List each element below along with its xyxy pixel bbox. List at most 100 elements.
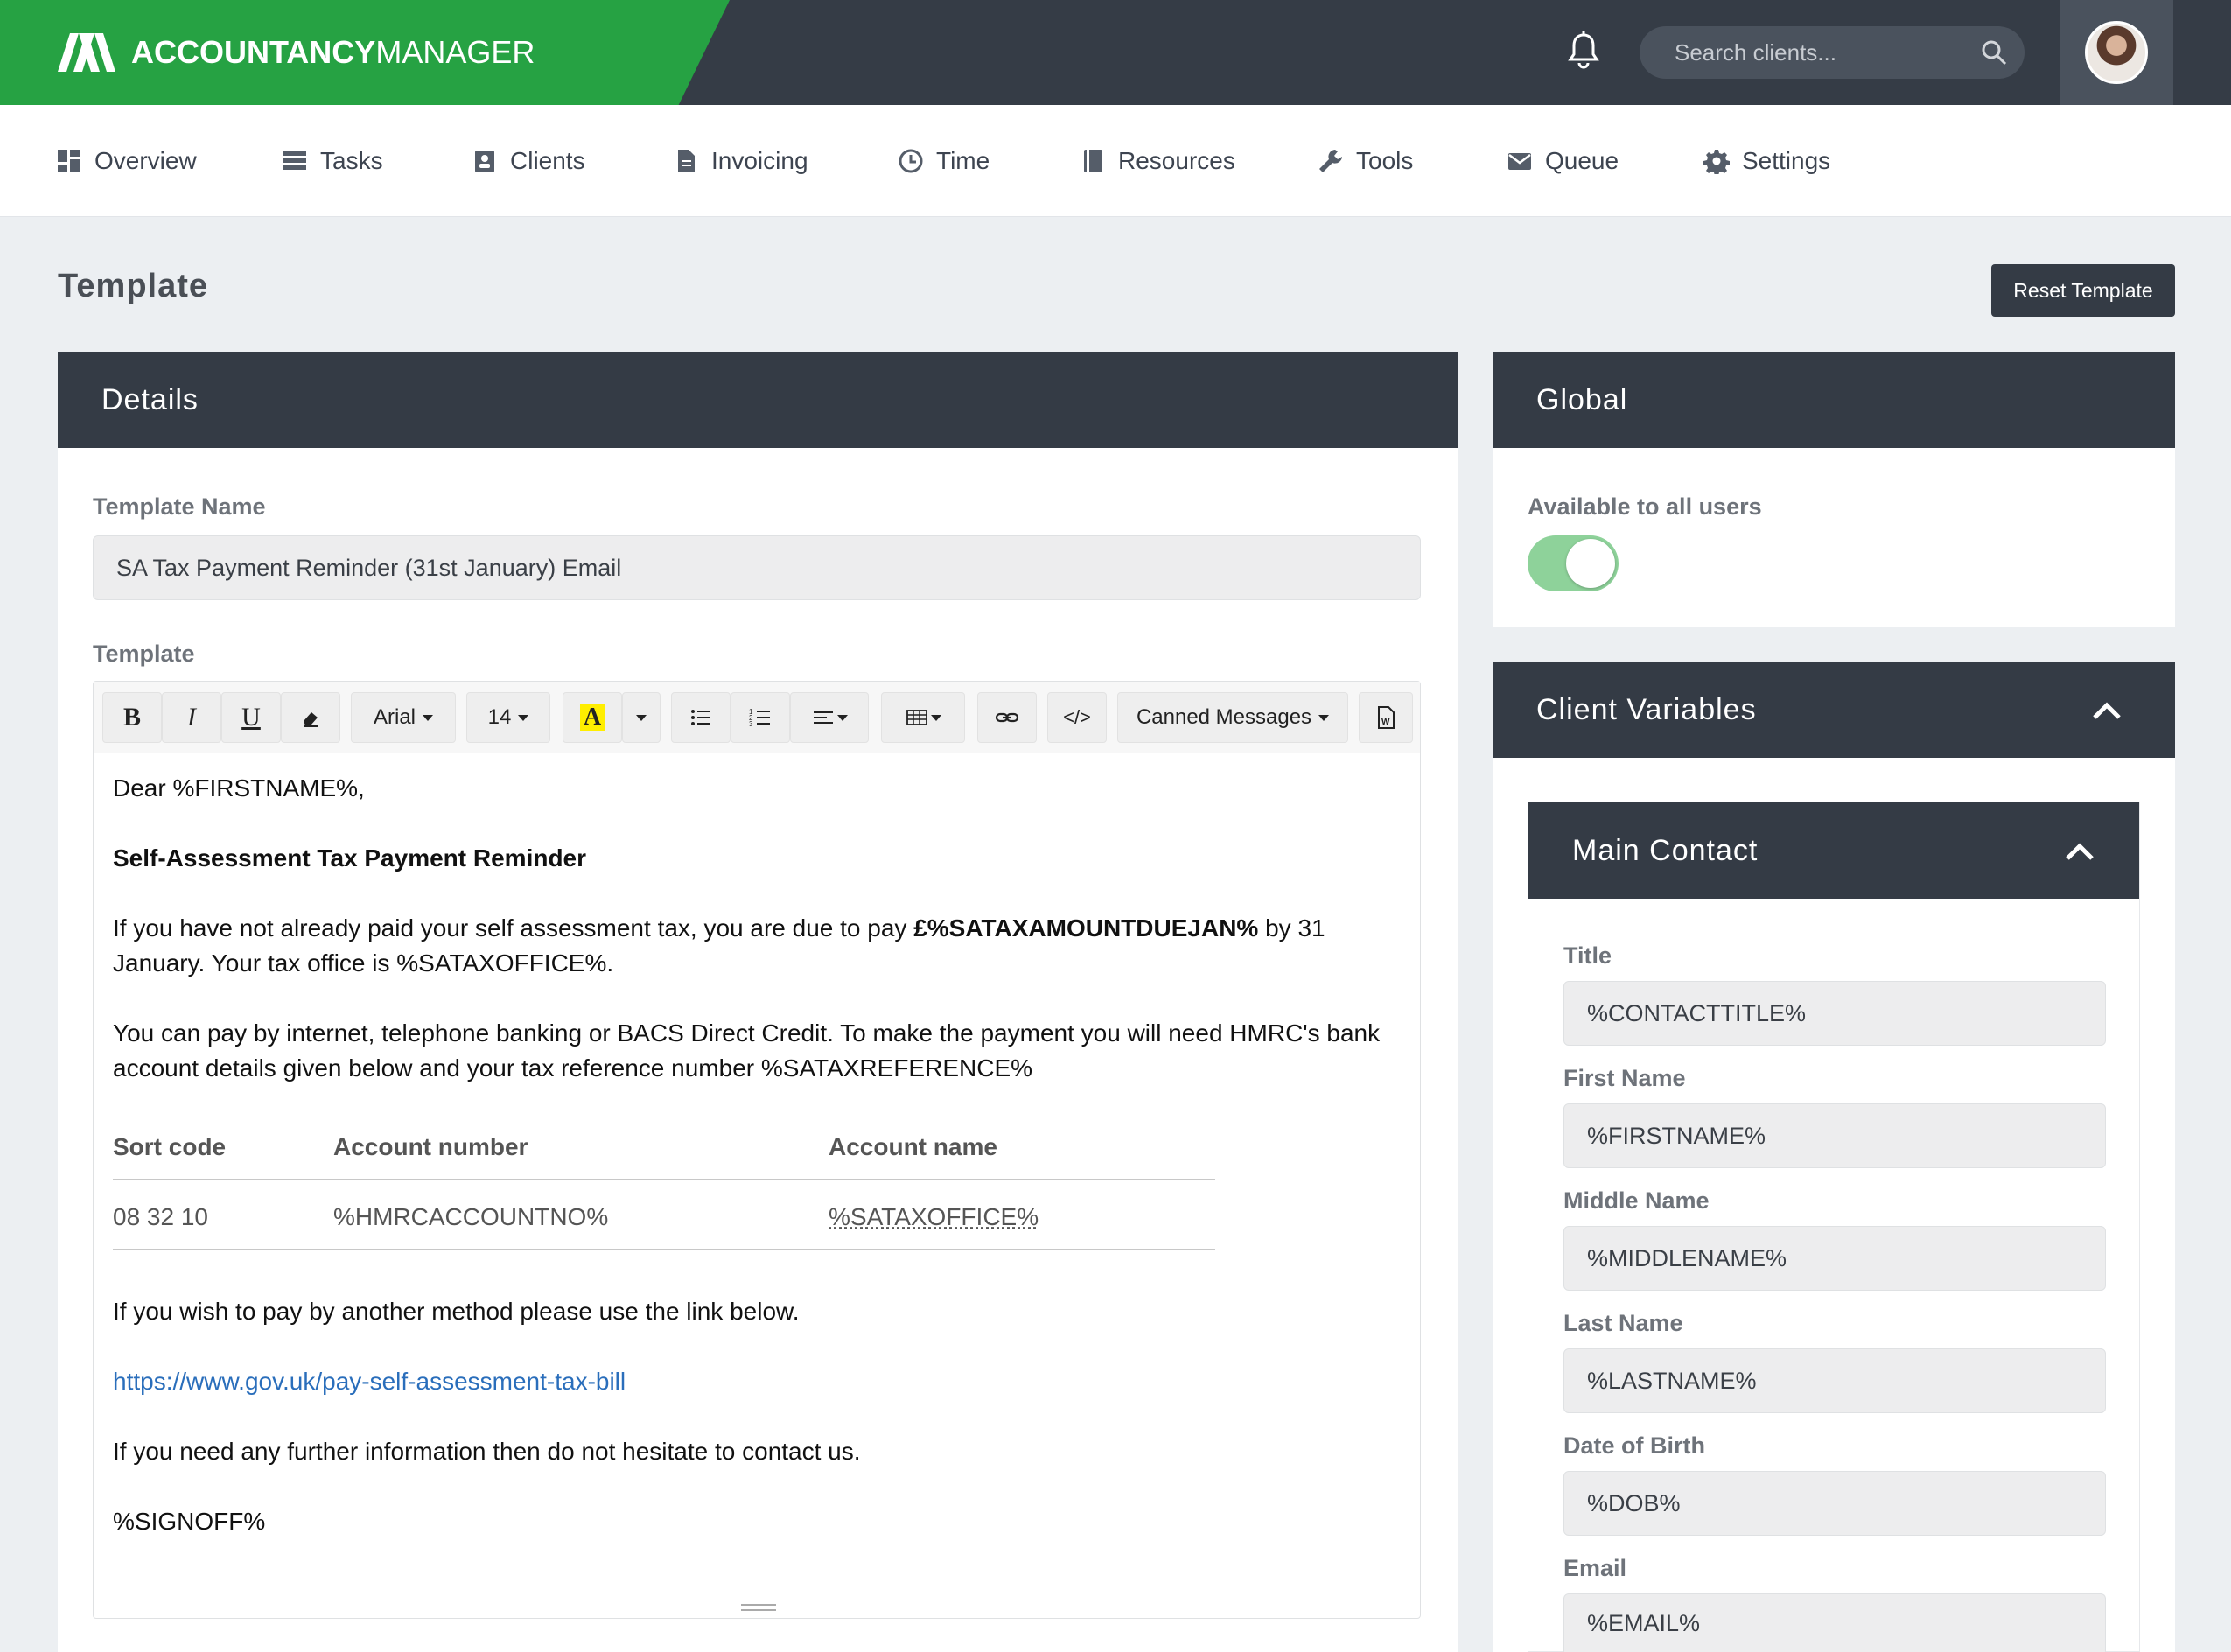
italic-button[interactable]: I — [162, 692, 221, 743]
global-panel: Global Available to all users — [1493, 352, 2175, 626]
table-header: Account number — [333, 1130, 528, 1165]
nav-item-queue[interactable]: Queue — [1507, 135, 1703, 187]
bullet-list-icon — [689, 705, 713, 730]
align-left-icon — [811, 705, 836, 730]
nav-item-settings[interactable]: Settings — [1703, 135, 1878, 187]
text-color-button[interactable]: A — [563, 692, 622, 743]
chevron-down-icon — [518, 715, 528, 721]
variable-label: Email — [1563, 1555, 1626, 1582]
variable-label: First Name — [1563, 1065, 1686, 1092]
numbered-list-button[interactable]: 123 — [731, 692, 790, 743]
toggle-knob — [1566, 539, 1615, 588]
reset-template-button[interactable]: Reset Template — [1991, 264, 2175, 317]
variable-label: Title — [1563, 942, 1612, 970]
variable-field[interactable]: %CONTACTTITLE% — [1563, 981, 2106, 1046]
table-divider — [113, 1249, 1215, 1250]
chevron-down-icon — [636, 715, 647, 721]
table-cell: %SATAXOFFICE% — [829, 1200, 1039, 1235]
canned-messages-dropdown[interactable]: Canned Messages — [1117, 692, 1348, 743]
insert-link-button[interactable] — [977, 692, 1037, 743]
main-contact-header[interactable]: Main Contact — [1528, 802, 2139, 899]
chevron-up-icon[interactable] — [2064, 837, 2095, 864]
available-to-all-label: Available to all users — [1528, 494, 1762, 521]
other-method-paragraph: If you wish to pay by another method ple… — [113, 1294, 1408, 1329]
underline-button[interactable]: U — [221, 692, 281, 743]
brand-name: ACCOUNTANCYMANAGER — [131, 34, 535, 71]
nav-item-invoicing[interactable]: Invoicing — [673, 135, 898, 187]
clear-format-button[interactable] — [281, 692, 340, 743]
main-contact-section: Main Contact Title %CONTACTTITLE% First … — [1528, 802, 2140, 1652]
details-panel-header: Details — [58, 352, 1458, 448]
word-document-button[interactable]: W — [1359, 692, 1413, 743]
search-box — [1640, 26, 2025, 79]
brand-logo-icon — [58, 33, 115, 72]
table-icon — [905, 705, 929, 730]
bold-button[interactable]: B — [102, 692, 162, 743]
variable-label: Middle Name — [1563, 1187, 1710, 1214]
chevron-down-icon — [423, 715, 433, 721]
tasks-icon — [282, 148, 308, 174]
variable-label: Last Name — [1563, 1310, 1683, 1337]
nav-item-overview[interactable]: Overview — [56, 135, 282, 187]
gear-icon — [1703, 148, 1730, 174]
template-name-input[interactable]: SA Tax Payment Reminder (31st January) E… — [93, 536, 1421, 600]
nav-item-clients[interactable]: Clients — [472, 135, 673, 187]
table-dropdown[interactable] — [881, 692, 965, 743]
highlight-color-icon: A — [580, 704, 605, 731]
color-dropdown-button[interactable] — [622, 692, 661, 743]
svg-text:W: W — [1381, 718, 1390, 727]
clock-icon — [898, 148, 924, 174]
chevron-up-icon[interactable] — [2091, 696, 2123, 723]
variable-field[interactable]: %LASTNAME% — [1563, 1348, 2106, 1413]
numbered-list-icon: 123 — [748, 705, 773, 730]
align-dropdown[interactable] — [790, 692, 869, 743]
document-icon — [673, 148, 699, 174]
svg-text:3: 3 — [749, 720, 753, 728]
page-title: Template — [58, 268, 208, 305]
editor-resize-handle[interactable] — [741, 1604, 776, 1611]
table-header: Sort code — [113, 1130, 226, 1165]
template-label: Template — [93, 640, 195, 668]
chevron-down-icon — [1318, 715, 1329, 721]
variable-field[interactable]: %MIDDLENAME% — [1563, 1226, 2106, 1291]
font-size-dropdown[interactable]: 14 — [466, 692, 550, 743]
brand-logo-area[interactable]: ACCOUNTANCYMANAGER — [0, 0, 730, 105]
word-document-icon: W — [1374, 705, 1398, 730]
global-panel-header: Global — [1493, 352, 2175, 448]
chevron-down-icon — [837, 715, 848, 721]
variable-field[interactable]: %DOB% — [1563, 1471, 2106, 1536]
notifications-bell-icon[interactable] — [1566, 32, 1601, 70]
table-header: Account name — [829, 1130, 997, 1165]
table-cell: %HMRCACCOUNTNO% — [333, 1200, 608, 1235]
envelope-icon — [1507, 148, 1533, 174]
payment-link[interactable]: https://www.gov.uk/pay-self-assessment-t… — [113, 1364, 1408, 1399]
search-icon[interactable] — [1981, 39, 2007, 66]
variable-field[interactable]: %FIRSTNAME% — [1563, 1103, 2106, 1168]
variable-field[interactable]: %EMAIL% — [1563, 1593, 2106, 1652]
available-to-all-toggle[interactable] — [1528, 536, 1619, 592]
email-heading: Self-Assessment Tax Payment Reminder — [113, 841, 1408, 876]
contact-paragraph: If you need any further information then… — [113, 1434, 1408, 1469]
nav-item-tools[interactable]: Tools — [1318, 135, 1507, 187]
variable-label: Date of Birth — [1563, 1432, 1705, 1460]
main-nav: Overview Tasks Clients Invoicing Time Re… — [0, 105, 2231, 217]
signoff-text: %SIGNOFF% — [113, 1504, 1408, 1539]
bullet-list-button[interactable] — [671, 692, 731, 743]
table-cell: 08 32 10 — [113, 1200, 208, 1235]
nav-item-tasks[interactable]: Tasks — [282, 135, 472, 187]
font-family-dropdown[interactable]: Arial — [351, 692, 456, 743]
nav-item-time[interactable]: Time — [898, 135, 1080, 187]
client-variables-panel: Client Variables Main Contact Title %CON… — [1493, 662, 2175, 1652]
payment-paragraph: If you have not already paid your self a… — [113, 911, 1408, 981]
book-icon — [1080, 148, 1106, 174]
top-bar: ACCOUNTANCYMANAGER — [0, 0, 2231, 105]
user-menu[interactable] — [2060, 0, 2173, 105]
nav-item-resources[interactable]: Resources — [1080, 135, 1318, 187]
editor-toolbar: B I U Arial 14 A 123 </> Canned Messages… — [94, 682, 1420, 753]
search-input[interactable] — [1675, 39, 1981, 66]
code-view-button[interactable]: </> — [1047, 692, 1107, 743]
details-panel: Details Template Name SA Tax Payment Rem… — [58, 352, 1458, 1652]
avatar[interactable] — [2085, 21, 2148, 84]
eraser-icon — [298, 705, 323, 730]
client-variables-header[interactable]: Client Variables — [1493, 662, 2175, 758]
